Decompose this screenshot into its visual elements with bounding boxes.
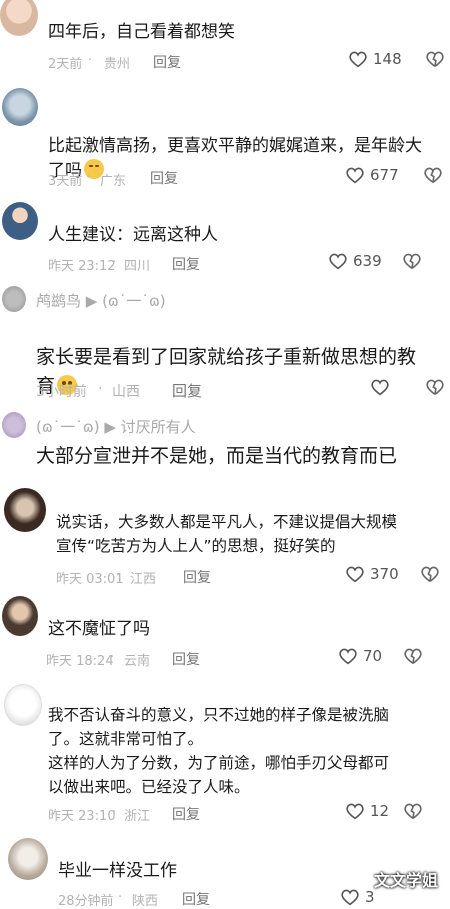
like-button[interactable]: 677 <box>345 166 399 184</box>
comment-location: 江西 <box>130 572 157 587</box>
reply-button[interactable]: 回复 <box>172 649 200 669</box>
like-count: 639 <box>353 252 382 270</box>
meta-separator: · <box>112 805 117 820</box>
heart-outline-icon <box>346 167 364 184</box>
like-button[interactable]: 370 <box>345 565 399 583</box>
heart-outline-icon <box>349 51 367 68</box>
avatar[interactable] <box>2 88 38 126</box>
username[interactable]: (ɷ˙一˙ɷ) ▶ 讨厌所有人 <box>36 416 196 437</box>
comment-time: 28分钟前 <box>58 894 114 909</box>
broken-heart-icon[interactable] <box>403 647 423 665</box>
username[interactable]: 鸬鹚鸟 ▶ (ɷ˙一˙ɷ) <box>36 290 166 311</box>
meta-separator: · <box>112 255 117 270</box>
comment: 这不魔怔了吗 昨天 18:24 · 云南 回复 70 <box>0 594 450 674</box>
reply-button[interactable]: 回复 <box>183 567 211 587</box>
watermark: 文文学姐 <box>373 871 438 890</box>
comment-time: 2天前 <box>48 57 83 72</box>
like-button[interactable]: 3 <box>340 888 375 906</box>
like-count: 370 <box>370 565 399 583</box>
comment-location: 山西 <box>112 384 140 400</box>
heart-outline-icon <box>341 889 359 906</box>
broken-heart-icon[interactable] <box>425 378 445 396</box>
reply-button[interactable]: 回复 <box>182 889 210 909</box>
like-count: 12 <box>370 802 390 820</box>
like-count: 148 <box>373 50 402 68</box>
comment-location: 陕西 <box>132 894 159 909</box>
meta-separator: · <box>110 650 115 665</box>
like-button[interactable]: 12 <box>345 802 389 820</box>
comment-text: 人生建议：远离这种人 <box>48 225 218 245</box>
avatar[interactable] <box>8 838 48 880</box>
comment-time: 昨天 23:12 <box>48 259 116 274</box>
comment-text: 四年后，自己看着都想笑 <box>48 22 235 42</box>
broken-heart-icon[interactable] <box>423 166 443 184</box>
comment: 人生建议：远离这种人 昨天 23:12 · 四川 回复 639 <box>0 198 450 278</box>
comment-text: 毕业一样没工作 <box>58 861 177 881</box>
comment-text: 大部分宣泄并不是她，而是当代的教育而已 <box>36 445 398 467</box>
comment: 说实话，大多数人都是平凡人，不建议提倡大规模 宣传“吃苦方为人上人”的思想，挺好… <box>0 488 450 588</box>
like-button[interactable]: 148 <box>348 50 402 68</box>
meta-separator: · <box>86 170 91 185</box>
broken-heart-icon[interactable] <box>420 565 440 583</box>
meta-separator: · <box>98 381 103 397</box>
comment-time: 昨天 03:01 <box>56 572 124 587</box>
comment-text: 我不否认奋斗的意义，只不过她的样子像是被洗脑 了。这就非常可怕了。 这样的人为了… <box>48 706 390 796</box>
heart-outline-icon <box>329 253 347 270</box>
meta-separator: · <box>116 568 121 583</box>
comment-time: 3天前 <box>48 174 83 189</box>
like-button[interactable]: 70 <box>338 647 382 665</box>
comment-time: 昨天 23:10 <box>48 809 116 824</box>
comment-location: 云南 <box>124 654 151 669</box>
heart-outline-icon <box>346 566 364 583</box>
comment: (ɷ˙一˙ɷ) ▶ 讨厌所有人 大部分宣泄并不是她，而是当代的教育而已 <box>0 410 450 480</box>
heart-outline-icon <box>339 648 357 665</box>
avatar[interactable] <box>2 286 26 312</box>
reply-button[interactable]: 回复 <box>172 254 200 274</box>
comment-time: 3小时前 <box>36 384 87 400</box>
comment: 鸬鹚鸟 ▶ (ɷ˙一˙ɷ) 家长要是看到了回家就给孩子重新做思想的教 育 3小时… <box>0 286 450 406</box>
avatar[interactable] <box>2 412 26 438</box>
reply-button[interactable]: 回复 <box>172 804 200 824</box>
avatar[interactable] <box>2 202 38 240</box>
comment: 我不否认奋斗的意义，只不过她的样子像是被洗脑 了。这就非常可怕了。 这样的人为了… <box>0 682 450 832</box>
avatar[interactable] <box>2 596 38 636</box>
broken-heart-icon[interactable] <box>402 252 422 270</box>
comment-text: 说实话，大多数人都是平凡人，不建议提倡大规模 宣传“吃苦方为人上人”的思想，挺好… <box>56 513 398 555</box>
heart-outline-icon <box>346 803 364 820</box>
reply-button[interactable]: 回复 <box>153 52 181 72</box>
comment-time: 昨天 18:24 <box>46 654 114 669</box>
comment-location: 浙江 <box>124 809 151 824</box>
reply-button[interactable]: 回复 <box>150 168 178 188</box>
comment-location: 广东 <box>100 174 127 189</box>
heart-outline-icon <box>371 379 389 396</box>
like-count: 70 <box>363 647 383 665</box>
broken-heart-icon[interactable] <box>403 802 423 820</box>
comment-text: 这不魔怔了吗 <box>48 619 150 639</box>
like-count: 677 <box>370 166 399 184</box>
reply-button[interactable]: 回复 <box>172 380 202 401</box>
comment-location: 四川 <box>124 259 151 274</box>
avatar[interactable] <box>0 0 38 36</box>
comment: 四年后，自己看着都想笑 2天前 · 贵州 回复 148 <box>0 0 450 80</box>
meta-separator: · <box>88 53 93 68</box>
like-button[interactable] <box>370 378 395 396</box>
avatar[interactable] <box>4 684 42 726</box>
comment: 比起激情高扬，更喜欢平静的娓娓道来，是年龄大 了吗 3天前 · 广东 回复 67… <box>0 86 450 196</box>
like-button[interactable]: 639 <box>328 252 382 270</box>
avatar[interactable] <box>4 488 46 532</box>
broken-heart-icon[interactable] <box>425 50 445 68</box>
comment-location: 贵州 <box>104 57 131 72</box>
